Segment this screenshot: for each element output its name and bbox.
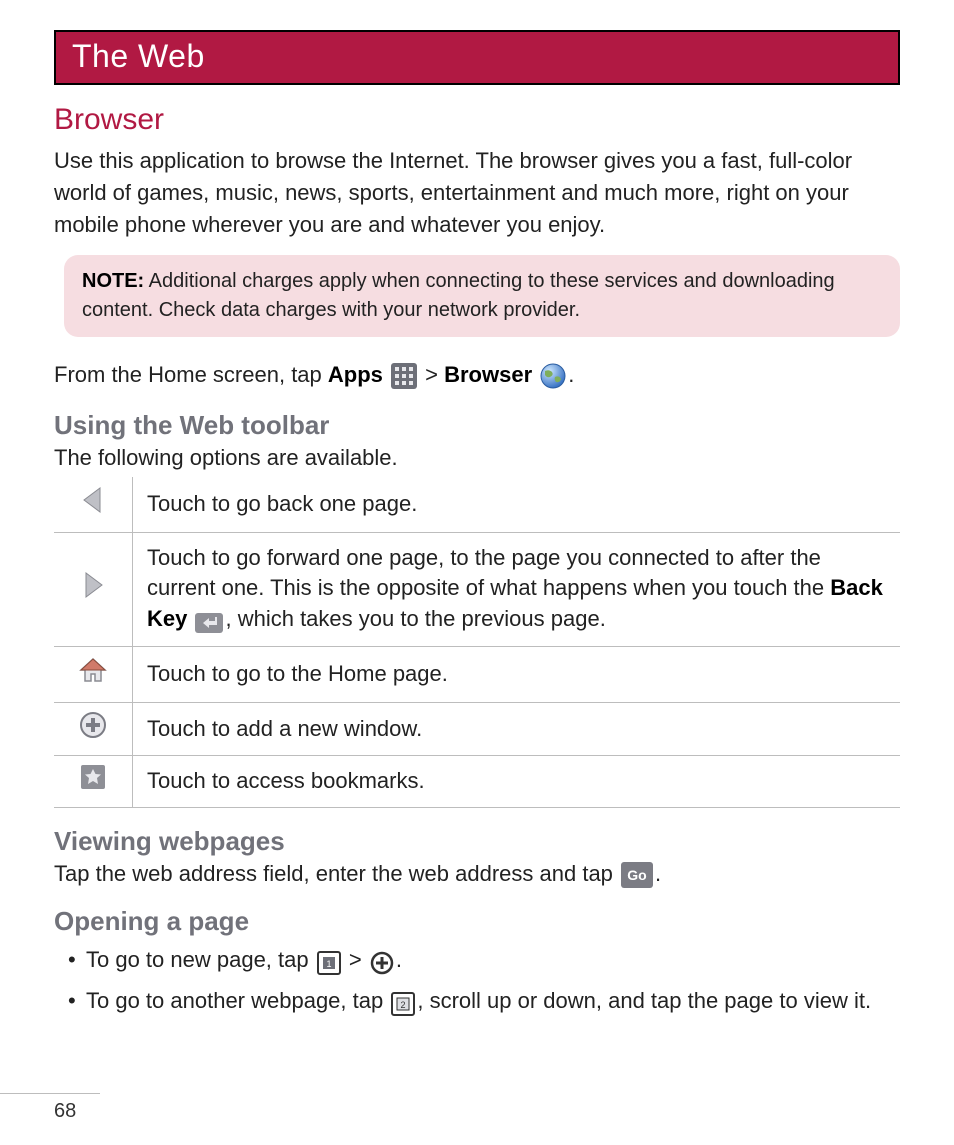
toolbar-desc: Touch to access bookmarks. bbox=[133, 756, 901, 808]
note-box: NOTE: Additional charges apply when conn… bbox=[64, 255, 900, 337]
table-row: Touch to go to the Home page. bbox=[54, 646, 900, 702]
note-text: Additional charges apply when connecting… bbox=[82, 270, 835, 321]
add-window-icon bbox=[79, 711, 107, 748]
apps-label: Apps bbox=[328, 362, 383, 387]
manual-page: The Web Browser Use this application to … bbox=[0, 0, 954, 1145]
svg-text:2: 2 bbox=[401, 1000, 406, 1010]
section-opening-title: Opening a page bbox=[54, 906, 900, 937]
chapter-title: The Web bbox=[72, 38, 205, 74]
svg-text:Go: Go bbox=[627, 867, 646, 883]
section-viewing-title: Viewing webpages bbox=[54, 826, 900, 857]
bookmark-star-icon bbox=[80, 764, 106, 799]
list-item: To go to another webpage, tap 2 , scroll… bbox=[68, 984, 900, 1019]
from-home-end: . bbox=[568, 362, 574, 387]
from-home-sep: > bbox=[425, 362, 444, 387]
chapter-header: The Web bbox=[54, 30, 900, 85]
toolbar-desc: Touch to go to the Home page. bbox=[133, 646, 901, 702]
opening-list: To go to new page, tap 1 > . To go to an… bbox=[54, 943, 900, 1018]
apps-grid-icon bbox=[391, 360, 417, 392]
plus-circle-icon bbox=[370, 945, 394, 978]
back-key-icon bbox=[195, 605, 223, 636]
viewing-text: Tap the web address field, enter the web… bbox=[54, 861, 900, 888]
section-toolbar-title: Using the Web toolbar bbox=[54, 410, 900, 441]
toolbar-intro: The following options are available. bbox=[54, 445, 900, 471]
browser-intro: Use this application to browse the Inter… bbox=[54, 145, 900, 241]
go-button-icon: Go bbox=[621, 862, 653, 888]
toolbar-desc: Touch to go forward one page, to the pag… bbox=[133, 532, 901, 646]
tab-one-icon: 1 bbox=[317, 945, 341, 978]
home-icon bbox=[78, 655, 108, 694]
browser-label: Browser bbox=[444, 362, 532, 387]
section-browser-title: Browser bbox=[54, 103, 900, 137]
svg-text:1: 1 bbox=[326, 959, 331, 969]
back-arrow-icon bbox=[78, 485, 108, 524]
table-row: Touch to go forward one page, to the pag… bbox=[54, 532, 900, 646]
toolbar-desc: Touch to go back one page. bbox=[133, 477, 901, 532]
toolbar-table: Touch to go back one page. Touch to go f… bbox=[54, 477, 900, 808]
tab-two-icon: 2 bbox=[391, 986, 415, 1019]
from-home-line: From the Home screen, tap Apps > Browser bbox=[54, 359, 900, 392]
toolbar-desc: Touch to add a new window. bbox=[133, 702, 901, 756]
list-item: To go to new page, tap 1 > . bbox=[68, 943, 900, 978]
page-number: 68 bbox=[54, 1093, 100, 1123]
forward-arrow-icon bbox=[78, 570, 108, 609]
table-row: Touch to add a new window. bbox=[54, 702, 900, 756]
from-home-pre: From the Home screen, tap bbox=[54, 362, 328, 387]
globe-icon bbox=[540, 360, 566, 392]
table-row: Touch to go back one page. bbox=[54, 477, 900, 532]
table-row: Touch to access bookmarks. bbox=[54, 756, 900, 808]
note-label: NOTE: bbox=[82, 270, 144, 292]
